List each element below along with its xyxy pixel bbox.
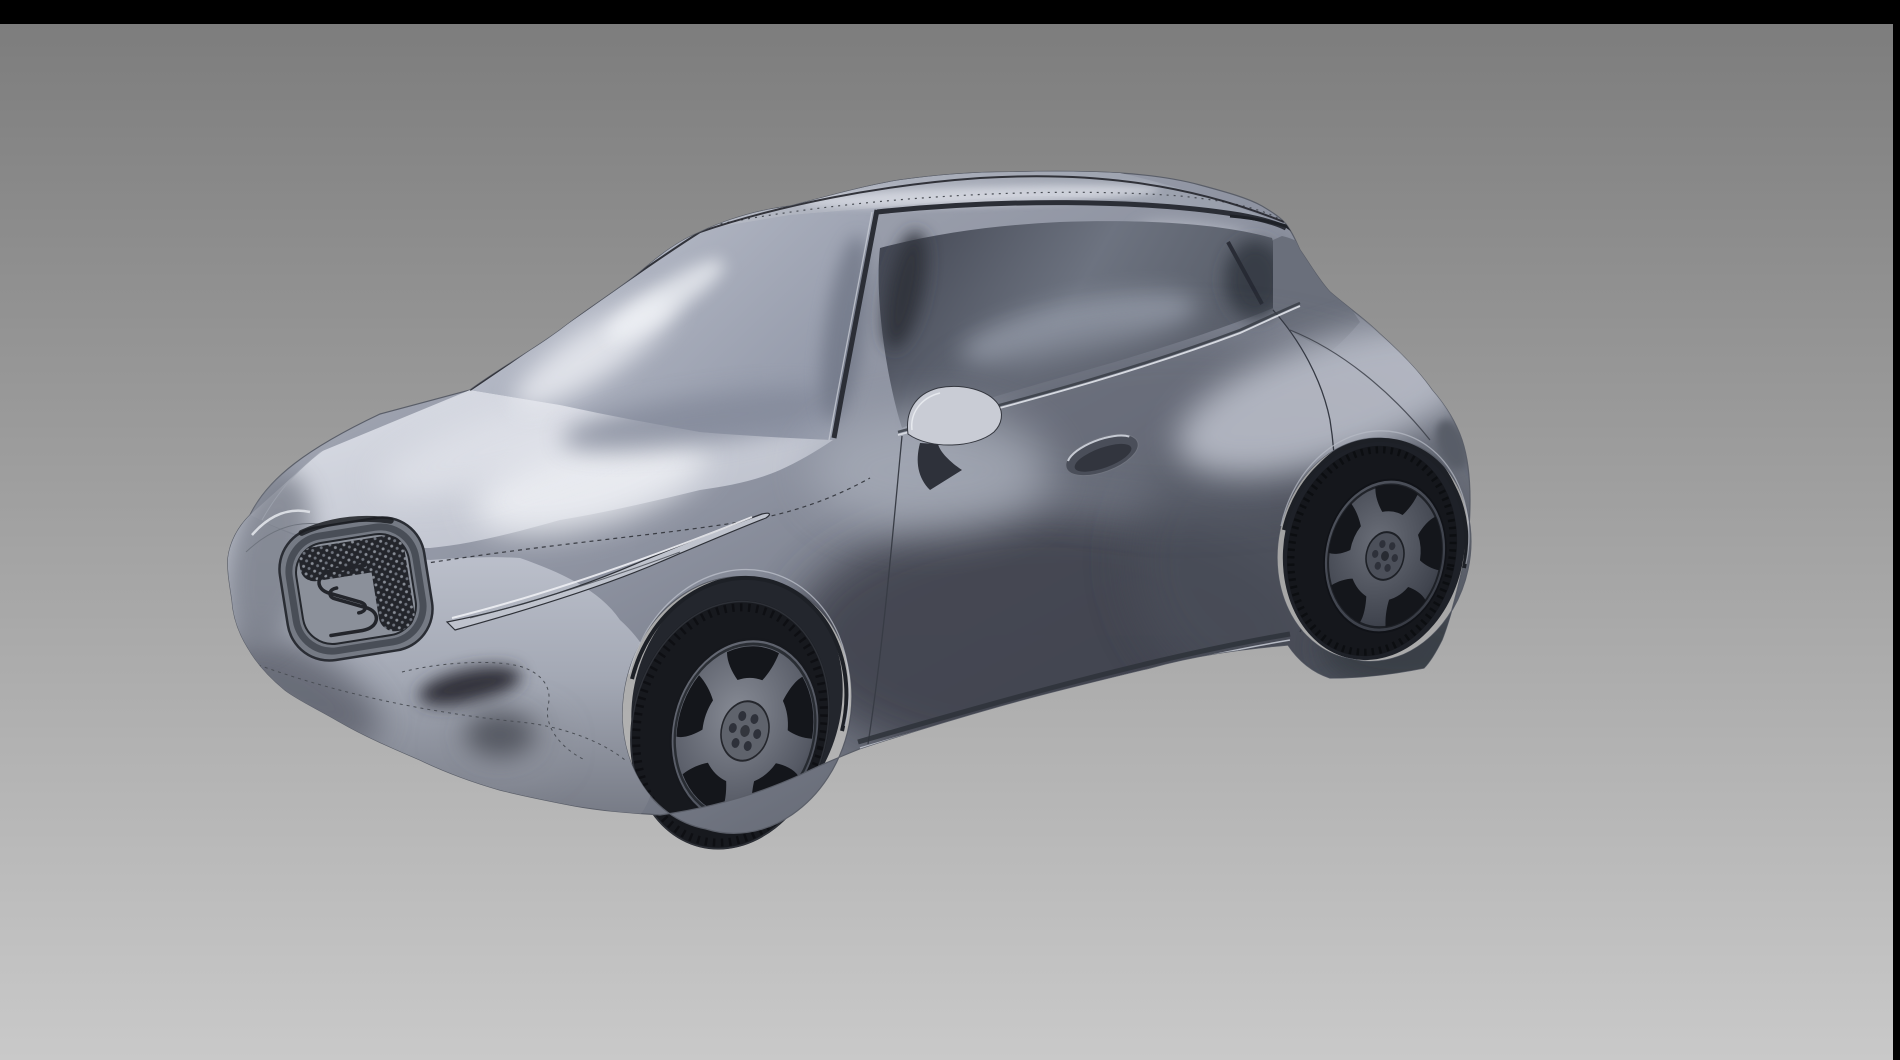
right-black-bar [1893, 0, 1900, 1060]
fog-lamp-recess [466, 713, 534, 757]
scene-svg [0, 0, 1900, 1060]
cad-window [0, 0, 1900, 1060]
top-black-bar [0, 0, 1900, 24]
